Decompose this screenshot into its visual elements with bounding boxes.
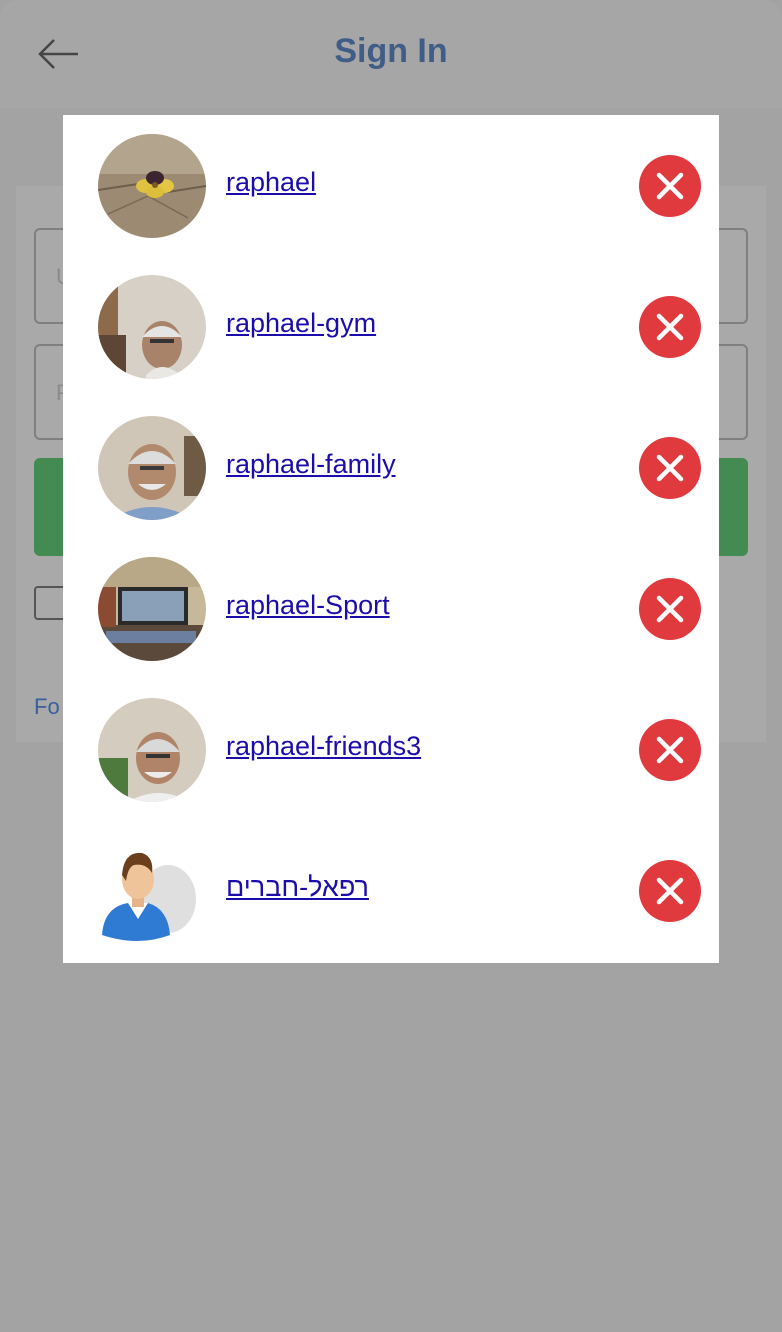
remove-account-button[interactable] xyxy=(639,296,701,358)
account-name-link[interactable]: raphael-Sport xyxy=(226,590,390,621)
account-name-link[interactable]: raphael-family xyxy=(226,449,396,480)
close-icon xyxy=(656,454,684,482)
page-title: Sign In xyxy=(334,32,448,70)
default-user-icon xyxy=(98,839,206,943)
close-icon xyxy=(656,313,684,341)
remove-account-button[interactable] xyxy=(639,860,701,922)
account-row[interactable]: raphael-Sport xyxy=(63,538,719,679)
screen: Sign In U P Fo xyxy=(0,0,782,1332)
close-icon xyxy=(656,595,684,623)
account-row[interactable]: raphael-gym xyxy=(63,256,719,397)
saved-accounts-dialog: raphael raphael-gym raphael-family rapha… xyxy=(63,115,719,963)
room-photo-avatar xyxy=(98,557,206,661)
remove-account-button[interactable] xyxy=(639,437,701,499)
man-photo-avatar xyxy=(98,416,206,520)
account-name-link[interactable]: raphael-friends3 xyxy=(226,731,421,762)
account-row[interactable]: רפאל-חברים xyxy=(63,820,719,961)
remove-account-button[interactable] xyxy=(639,155,701,217)
close-icon xyxy=(656,172,684,200)
close-icon xyxy=(656,877,684,905)
flower-avatar xyxy=(98,134,206,238)
account-row[interactable]: raphael xyxy=(63,115,719,256)
remove-account-button[interactable] xyxy=(639,719,701,781)
man-photo-avatar xyxy=(98,275,206,379)
account-row[interactable]: raphael-family xyxy=(63,397,719,538)
account-row[interactable]: raphael-friends3 xyxy=(63,679,719,820)
close-icon xyxy=(656,736,684,764)
man-photo-avatar xyxy=(98,698,206,802)
remove-account-button[interactable] xyxy=(639,578,701,640)
account-name-link[interactable]: raphael xyxy=(226,167,316,198)
account-name-link[interactable]: raphael-gym xyxy=(226,308,376,339)
account-name-link[interactable]: רפאל-חברים xyxy=(226,872,369,903)
forgot-password-link[interactable]: Fo xyxy=(34,694,60,720)
